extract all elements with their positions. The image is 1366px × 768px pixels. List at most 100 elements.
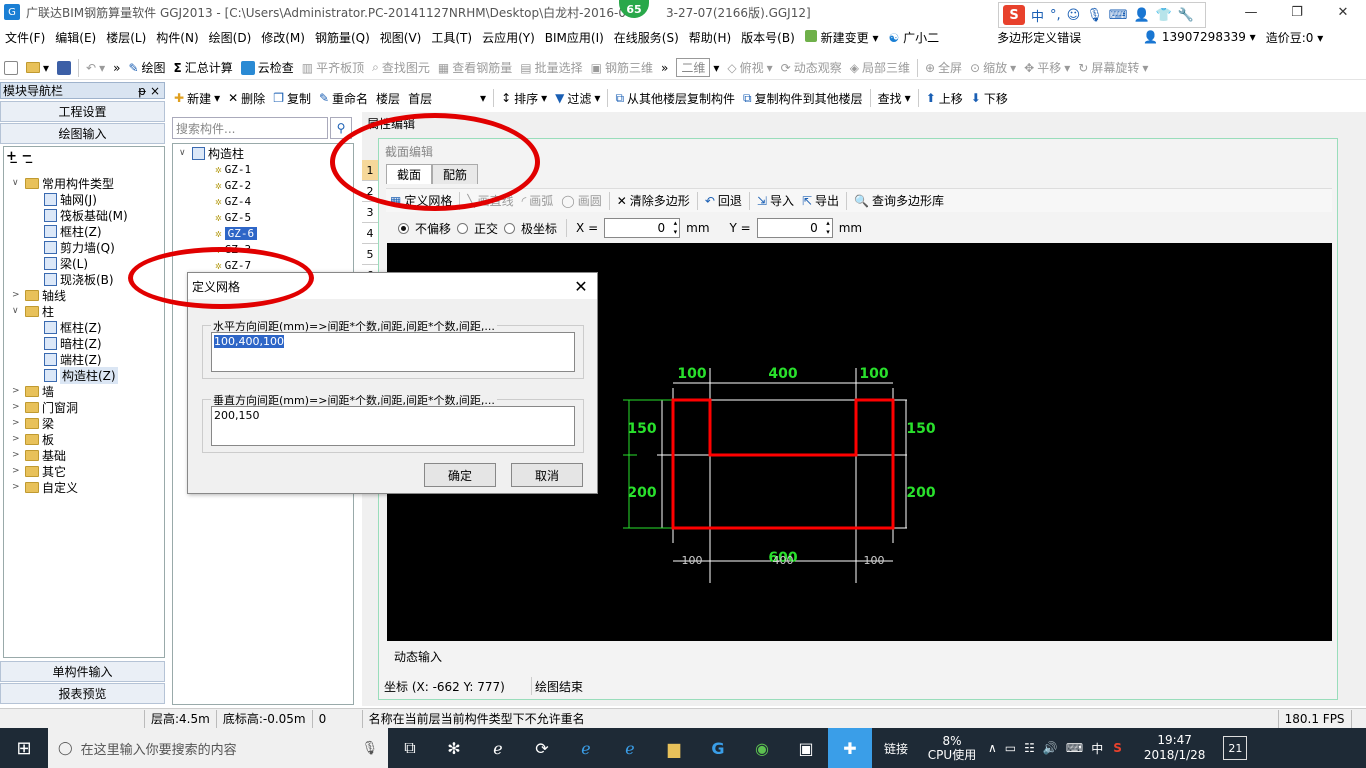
menu-tools[interactable]: 工具(T) xyxy=(426,29,477,46)
more-chevron-icon-2[interactable]: » xyxy=(657,61,672,75)
clock[interactable]: 19:47 2018/1/28 xyxy=(1144,733,1206,763)
rebar-3d-button[interactable]: ▣ 钢筋三维 xyxy=(587,59,657,76)
nav-tree-item[interactable]: > 梁 xyxy=(12,415,54,431)
menu-file[interactable]: 文件(F) xyxy=(0,29,50,46)
nav-tree-item[interactable]: > 自定义 xyxy=(12,479,78,495)
cancel-button[interactable]: 取消 xyxy=(511,463,583,487)
beans-balance[interactable]: 造价豆:0 ▾ xyxy=(1261,29,1329,46)
nav-tree-item[interactable]: > 墙 xyxy=(12,383,54,399)
rename-button[interactable]: ✎ 重命名 xyxy=(315,90,372,107)
chevron-down-icon[interactable]: ∨ xyxy=(179,148,189,158)
task-view-icon[interactable]: ⧉ xyxy=(388,728,432,768)
flat-top-button[interactable]: ▥ 平齐板顶 xyxy=(298,59,368,76)
nav-tree-item[interactable]: 框柱(Z) xyxy=(44,319,102,335)
nav-tree-item[interactable]: > 轴线 xyxy=(12,287,66,303)
delete-button[interactable]: ✕ 删除 xyxy=(224,90,269,107)
volume-icon[interactable]: 🔊 xyxy=(1043,741,1058,755)
nav-tree-item[interactable]: 端柱(Z) xyxy=(44,351,102,367)
chevron-right-icon[interactable]: > xyxy=(12,418,22,428)
component-list-item[interactable]: ✲ GZ-6 xyxy=(215,225,258,241)
nav-tree-item[interactable]: 暗柱(Z) xyxy=(44,335,102,351)
glodon-g-icon[interactable]: G xyxy=(696,728,740,768)
edge-browser-icon[interactable]: ℯ xyxy=(564,728,608,768)
nav-tree-item[interactable]: 构造柱(Z) xyxy=(44,366,118,384)
menu-component[interactable]: 构件(N) xyxy=(151,29,203,46)
filter-button[interactable]: ▼ 过滤 ▾ xyxy=(551,90,604,107)
component-list-item[interactable]: ✲ GZ-5 xyxy=(215,209,251,225)
nav-tree-item[interactable]: 筏板基础(M) xyxy=(44,207,128,223)
battery-icon[interactable]: ▭ xyxy=(1005,741,1016,755)
sort-button[interactable]: ↕ 排序 ▾ xyxy=(497,90,551,107)
sum-calc-button[interactable]: Σ 汇总计算 xyxy=(170,59,237,76)
dynamic-view-button[interactable]: ⟳ 动态观察 xyxy=(777,59,846,76)
nav-tree-item[interactable]: > 基础 xyxy=(12,447,66,463)
floor-select[interactable]: 首层 ▾ xyxy=(404,90,490,107)
more-chevron-icon[interactable]: » xyxy=(109,61,124,75)
drawing-input-button[interactable]: 绘图输入 xyxy=(0,123,165,144)
new-change-button[interactable]: 新建变更 ▾ xyxy=(800,29,884,46)
chevron-down-icon[interactable]: ∨ xyxy=(12,178,22,188)
menu-cloud[interactable]: 云应用(Y) xyxy=(477,29,540,46)
swirl-app-icon[interactable]: ⟳ xyxy=(520,728,564,768)
draw-arc-button[interactable]: ◜ 画弧 xyxy=(518,192,558,209)
chevron-right-icon[interactable]: > xyxy=(12,402,22,412)
menu-help[interactable]: 帮助(H) xyxy=(684,29,736,46)
minimize-button[interactable]: — xyxy=(1228,0,1274,24)
nav-tree-item[interactable]: ∨ 常用构件类型 xyxy=(12,175,114,191)
nav-tree-item[interactable]: 梁(L) xyxy=(44,255,88,271)
menu-modify[interactable]: 修改(M) xyxy=(256,29,310,46)
nav-tree-item[interactable]: > 其它 xyxy=(12,463,66,479)
sogou-tray-icon[interactable]: S xyxy=(1113,741,1122,755)
nav-tree-item[interactable]: 框柱(Z) xyxy=(44,223,102,239)
skin-icon[interactable]: 👕 xyxy=(1156,8,1172,23)
single-component-input-button[interactable]: 单构件输入 xyxy=(0,661,165,682)
mic-icon[interactable]: 🎙 xyxy=(361,741,378,756)
open-file-button[interactable]: ▾ xyxy=(22,61,53,75)
fan-app-icon[interactable]: ✻ xyxy=(432,728,476,768)
clear-polygon-button[interactable]: ✕ 清除多边形 xyxy=(613,192,694,209)
query-polygon-lib-button[interactable]: 🔍 查询多边形库 xyxy=(850,192,948,209)
y-offset-input[interactable]: 0 ▴ ▾ xyxy=(756,218,833,238)
tray-lang[interactable]: 中 xyxy=(1091,740,1103,757)
polar-radio[interactable] xyxy=(504,222,516,234)
green-app-icon[interactable]: ◉ xyxy=(740,728,784,768)
save-button[interactable] xyxy=(53,60,75,75)
cloud-check-button[interactable]: 云检查 xyxy=(237,59,298,76)
ime-lang[interactable]: 中 xyxy=(1031,6,1044,25)
network-icon[interactable]: ☷ xyxy=(1024,741,1035,755)
component-list-item[interactable]: ✲ GZ-2 xyxy=(215,177,251,193)
menu-rebar[interactable]: 钢筋量(Q) xyxy=(310,29,375,46)
new-file-button[interactable] xyxy=(0,60,22,75)
menu-floor[interactable]: 楼层(L) xyxy=(101,29,151,46)
ok-button[interactable]: 确定 xyxy=(424,463,496,487)
emoji-icon[interactable]: ☺ xyxy=(1067,8,1081,23)
no-offset-radio[interactable] xyxy=(398,222,409,234)
menu-view[interactable]: 视图(V) xyxy=(375,29,427,46)
nav-tree-item[interactable]: > 门窗洞 xyxy=(12,399,78,415)
user-icon[interactable]: 👤 xyxy=(1134,8,1150,23)
notification-center-icon[interactable]: 21 xyxy=(1223,736,1248,760)
punct-icon[interactable]: °, xyxy=(1050,8,1061,23)
menu-edit[interactable]: 编辑(E) xyxy=(50,29,101,46)
assistant-button[interactable]: ☯ 广小二 xyxy=(883,29,944,46)
keyboard-icon[interactable]: ⌨ xyxy=(1109,8,1128,23)
ie-browser-icon[interactable]: ℯ xyxy=(476,728,520,768)
undo-step-button[interactable]: ↶ 回退 xyxy=(701,192,746,209)
view-rebar-button[interactable]: ▦ 查看钢筋量 xyxy=(434,59,516,76)
menu-online[interactable]: 在线服务(S) xyxy=(609,29,684,46)
copy-button[interactable]: ❐ 复制 xyxy=(269,90,315,107)
restore-button[interactable]: ❐ xyxy=(1274,0,1320,24)
chevron-right-icon[interactable]: > xyxy=(12,386,22,396)
close-window-button[interactable]: ✕ xyxy=(1320,0,1366,24)
undo-button[interactable]: ↶ ▾ xyxy=(82,61,109,75)
chevron-right-icon[interactable]: > xyxy=(12,466,22,476)
draw-button[interactable]: ✎ 绘图 xyxy=(124,59,169,76)
view-mode-select[interactable]: 二维 ▾ xyxy=(672,58,723,77)
chevron-up-icon[interactable]: ∧ xyxy=(988,741,997,755)
project-settings-button[interactable]: 工程设置 xyxy=(0,101,165,122)
active-app-icon[interactable]: ✚ xyxy=(828,728,872,768)
component-root[interactable]: ∨ 构造柱 xyxy=(179,145,244,161)
zoom-button[interactable]: ⊙ 缩放 ▾ xyxy=(966,59,1020,76)
ime-toolbar[interactable]: S 中 °, ☺ 🎙 ⌨ 👤 👕 🔧 xyxy=(998,2,1206,28)
component-list-item[interactable]: ✲ GZ-4 xyxy=(215,193,251,209)
